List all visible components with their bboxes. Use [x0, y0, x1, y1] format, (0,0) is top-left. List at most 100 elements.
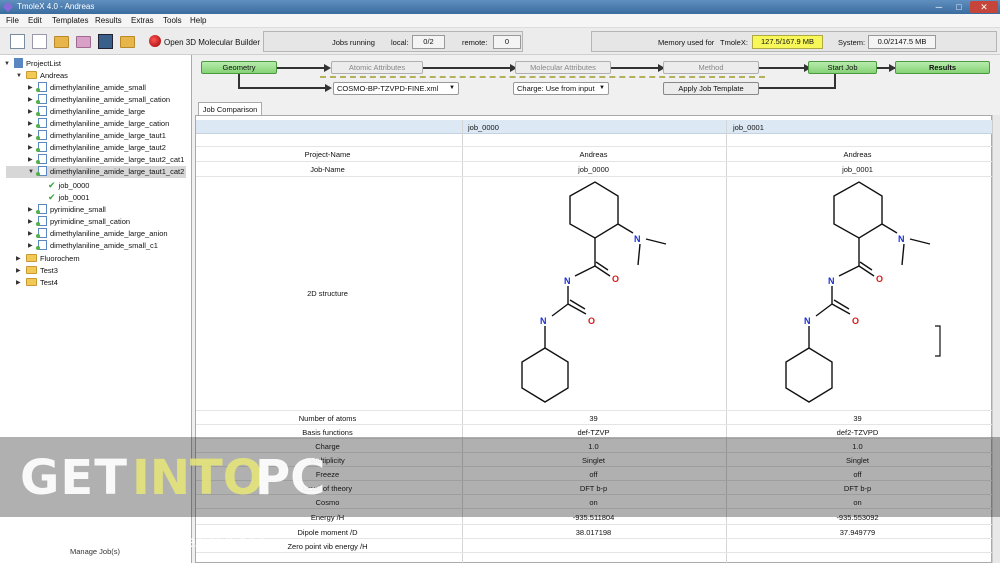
atom-label: O — [876, 274, 883, 284]
menu-file[interactable]: File — [6, 16, 19, 25]
results-step-button[interactable]: Results — [895, 61, 990, 74]
save-icon[interactable] — [98, 34, 113, 49]
tree-item-selected[interactable]: ▼ dimethylaniline_amide_large_taut1_cat2 — [6, 166, 186, 178]
molecular-attributes-step-button[interactable]: Molecular Attributes — [515, 61, 611, 74]
menu-templates[interactable]: Templates — [52, 16, 88, 25]
title-bar: TmoleX 4.0 - Andreas ─ □ ✕ — [0, 0, 1000, 14]
tree-item[interactable]: ▶ dimethylaniline_amide_small_c1 — [28, 240, 158, 252]
folder-icon — [26, 278, 37, 286]
molecule-builder-icon[interactable] — [149, 35, 161, 47]
molecule-icon — [36, 204, 47, 214]
charge-select[interactable]: Charge: Use from input ▼ — [513, 82, 609, 95]
table-row: Number of atoms 39 39 — [196, 411, 992, 425]
molecule-icon — [36, 154, 47, 164]
tree-item[interactable]: ▶ dimethylaniline_amide_small — [28, 82, 146, 94]
minimize-button[interactable]: ─ — [930, 1, 948, 13]
tmolex-label: TmoleX: — [720, 38, 748, 47]
local-label: local: — [391, 38, 409, 47]
check-icon: ✔ — [48, 192, 56, 202]
watermark-into: INTO — [132, 450, 264, 506]
watermark-subtitle: Download Free Your Desired App — [20, 533, 267, 551]
molecule-icon — [36, 106, 47, 116]
apply-job-template-button[interactable]: Apply Job Template — [663, 82, 759, 95]
local-jobs-field: 0/2 — [412, 35, 445, 49]
menu-help[interactable]: Help — [190, 16, 206, 25]
tab-job-comparison[interactable]: Job Comparison — [198, 102, 262, 116]
menu-tools[interactable]: Tools — [163, 16, 182, 25]
tree-item[interactable]: ▶ pyrimidine_small_cation — [28, 216, 130, 228]
menu-results[interactable]: Results — [95, 16, 122, 25]
atom-label: N — [540, 316, 547, 326]
watermark-pc: PC — [255, 450, 326, 506]
jobs-running-box: Jobs running local: 0/2 remote: 0 — [263, 31, 523, 52]
tree-item[interactable]: ▶ dimethylaniline_amide_large_taut1 — [28, 130, 166, 142]
tree-item[interactable]: ▶ dimethylaniline_amide_large_taut2_cat1 — [28, 154, 184, 166]
tree-folder-test3[interactable]: ▶ Test3 — [16, 265, 58, 277]
tree-job-0000[interactable]: ✔ job_0000 — [48, 179, 89, 191]
atom-label: O — [612, 274, 619, 284]
method-step-button[interactable]: Method — [663, 61, 759, 74]
import-folder-icon[interactable] — [76, 36, 91, 48]
atom-label: N — [634, 234, 641, 244]
folder-icon — [26, 266, 37, 274]
folder-icon[interactable] — [120, 36, 135, 48]
tree-item[interactable]: ▶ dimethylaniline_amide_large — [28, 106, 145, 118]
chevron-down-icon: ▼ — [449, 85, 455, 91]
molecule-icon — [36, 142, 47, 152]
table-row: Project-Name Andreas Andreas — [196, 147, 992, 162]
menu-bar: File Edit Templates Results Extras Tools… — [0, 14, 1000, 28]
tree-item[interactable]: ▶ dimethylaniline_amide_large_cation — [28, 118, 169, 130]
atomic-attributes-step-button[interactable]: Atomic Attributes — [331, 61, 423, 74]
tree-root[interactable]: ▼ ProjectList — [4, 58, 61, 70]
remote-label: remote: — [462, 38, 488, 47]
check-icon: ✔ — [48, 180, 56, 190]
folder-icon — [26, 254, 37, 262]
atom-label: N — [828, 276, 835, 286]
molecule-structure-job-0000: N O N O N — [521, 181, 667, 403]
tree-item[interactable]: ▶ dimethylaniline_amide_large_taut2 — [28, 142, 166, 154]
new-file-icon[interactable] — [10, 34, 25, 49]
atom-label: O — [588, 316, 595, 326]
molecule-icon — [36, 166, 47, 176]
table-row: Zero point vib energy /H — [196, 539, 992, 553]
maximize-button[interactable]: □ — [950, 1, 968, 13]
close-button[interactable]: ✕ — [970, 1, 998, 13]
column-job-0000: job_0000 — [468, 123, 499, 132]
window-title: TmoleX 4.0 - Andreas — [17, 2, 95, 11]
open-3d-builder-button[interactable]: Open 3D Molecular Builder — [164, 38, 260, 47]
tmolex-memory-field: 127.5/167.9 MB — [752, 35, 823, 49]
molecule-icon — [36, 228, 47, 238]
atom-label: N — [804, 316, 811, 326]
molecule-icon — [36, 216, 47, 226]
start-job-button[interactable]: Start Job — [808, 61, 877, 74]
table-row — [196, 134, 992, 147]
jobs-running-label: Jobs running — [332, 38, 375, 47]
comparison-header: job_0000 job_0001 — [196, 120, 992, 134]
table-row: Job-Name job_0000 job_0001 — [196, 162, 992, 177]
menu-edit[interactable]: Edit — [28, 16, 42, 25]
app-logo-icon — [3, 2, 13, 12]
tree-folder-fluorochem[interactable]: ▶ Fluorochem — [16, 253, 80, 265]
tree-item[interactable]: ▶ pyrimidine_small — [28, 204, 106, 216]
geometry-step-button[interactable]: Geometry — [201, 61, 277, 74]
tree-folder-test4[interactable]: ▶ Test4 — [16, 277, 58, 289]
atom-label: N — [564, 276, 571, 286]
memory-label: Memory used for — [658, 38, 715, 47]
job-template-select[interactable]: COSMO-BP-TZVPD-FINE.xml ▼ — [333, 82, 459, 95]
remote-jobs-field: 0 — [493, 35, 521, 49]
atom-label: N — [898, 234, 905, 244]
tree-item[interactable]: ▶ dimethylaniline_amide_large_anion — [28, 228, 168, 240]
folder-icon — [26, 71, 37, 79]
open-folder-icon[interactable] — [54, 36, 69, 48]
atom-label: O — [852, 316, 859, 326]
project-list-icon — [14, 58, 23, 68]
tree-folder-andreas[interactable]: ▼ Andreas — [16, 70, 68, 82]
tree-item[interactable]: ▶ dimethylaniline_amide_small_cation — [28, 94, 170, 106]
molecule-icon — [36, 94, 47, 104]
workflow-bar: Geometry Atomic Attributes Molecular Att… — [195, 56, 1000, 98]
copy-file-icon[interactable] — [32, 34, 47, 49]
menu-extras[interactable]: Extras — [131, 16, 154, 25]
memory-box: Memory used for TmoleX: 127.5/167.9 MB S… — [591, 31, 997, 52]
system-label: System: — [838, 38, 866, 47]
tree-job-0001[interactable]: ✔ job_0001 — [48, 191, 89, 203]
